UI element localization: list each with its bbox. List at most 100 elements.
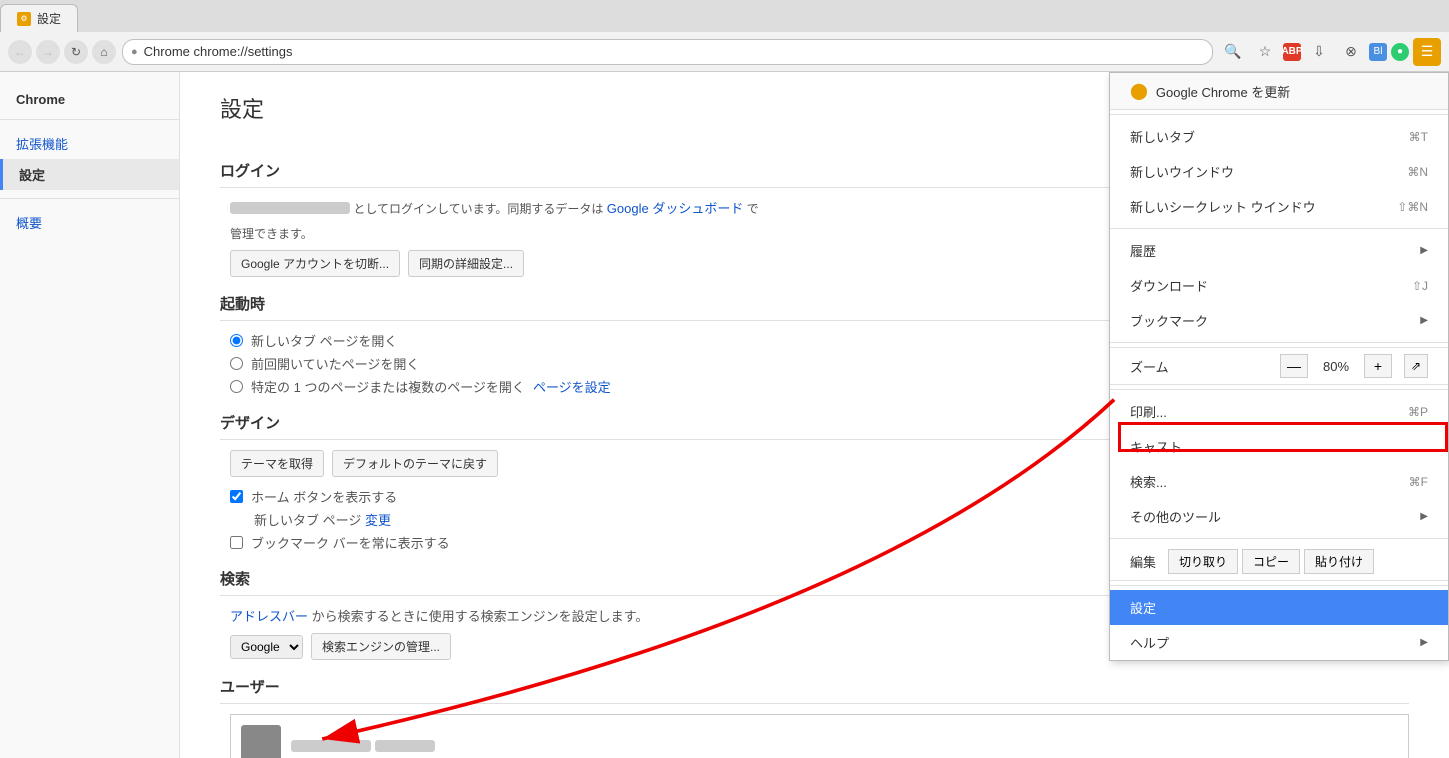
zoom-minus-btn[interactable]: —	[1280, 354, 1308, 378]
user-avatar	[241, 725, 281, 758]
default-theme-btn[interactable]: デフォルトのテーマに戻す	[332, 450, 498, 477]
find-shortcut: ⌘F	[1409, 475, 1428, 489]
history-label: 履歴	[1130, 241, 1156, 260]
sidebar-item-summary[interactable]: 概要	[0, 207, 179, 238]
security-icon: ●	[131, 46, 138, 58]
bookmark-menu-item[interactable]: ブックマーク ▶	[1110, 303, 1448, 338]
address-bar-link[interactable]: アドレスバー	[230, 609, 308, 624]
tab-title: 設定	[37, 10, 61, 27]
find-menu-item[interactable]: 検索... ⌘F	[1110, 464, 1448, 499]
zoom-value: 80%	[1316, 359, 1356, 374]
other-tools-arrow-icon: ▶	[1420, 511, 1428, 522]
sidebar-item-extensions[interactable]: 拡張機能	[0, 128, 179, 159]
zoom-row: ズーム — 80% + ⇗	[1110, 347, 1448, 385]
copy-btn[interactable]: コピー	[1242, 549, 1300, 574]
startup-radio-2[interactable]	[230, 357, 243, 370]
get-theme-btn[interactable]: テーマを取得	[230, 450, 324, 477]
settings-menu-label: 設定	[1130, 598, 1156, 617]
zoom-expand-btn[interactable]: ⇗	[1404, 354, 1428, 378]
bi-extension-icon[interactable]: Bl	[1369, 43, 1387, 61]
browser-toolbar: ← → ↻ ⌂ ● Chrome chrome://settings 🔍 ☆ A…	[0, 32, 1449, 72]
edit-label: 編集	[1130, 552, 1156, 571]
search-engine-select[interactable]: Google	[230, 635, 303, 659]
address-bar[interactable]: ● Chrome chrome://settings	[122, 39, 1213, 65]
startup-radio-3[interactable]	[230, 380, 243, 393]
chrome-menu-button[interactable]: ☰	[1413, 38, 1441, 66]
user-info	[291, 736, 435, 755]
green-extension-icon[interactable]: ●	[1391, 43, 1409, 61]
abp-extension-icon[interactable]: ABP	[1283, 43, 1301, 61]
login-text: としてログインしています。同期するデータは	[353, 202, 603, 216]
users-section-title: ユーザー	[220, 676, 1409, 704]
incognito-menu-item[interactable]: 新しいシークレット ウインドウ ⇧⌘N	[1110, 189, 1448, 224]
update-menu-item[interactable]: ⬤ Google Chrome を更新	[1110, 73, 1448, 110]
paste-btn[interactable]: 貼り付け	[1304, 549, 1374, 574]
cast-menu-item[interactable]: キャスト...	[1110, 429, 1448, 464]
update-label: Google Chrome を更新	[1156, 82, 1290, 101]
new-tab-shortcut: ⌘T	[1409, 130, 1428, 144]
sidebar: Chrome 拡張機能 設定 概要	[0, 72, 180, 758]
reload-button[interactable]: ↻	[64, 40, 88, 64]
menu-divider-5	[1110, 538, 1448, 539]
bookmark-bar-checkbox[interactable]	[230, 536, 243, 549]
print-label: 印刷...	[1130, 402, 1167, 421]
set-pages-link[interactable]: ページを設定	[533, 377, 611, 396]
download-shortcut: ⇧J	[1412, 279, 1428, 293]
zoom-plus-btn[interactable]: +	[1364, 354, 1392, 378]
page-title: 設定	[220, 92, 264, 124]
sync-settings-btn[interactable]: 同期の詳細設定...	[408, 250, 524, 277]
google-account-btn[interactable]: Google アカウントを切断...	[230, 250, 400, 277]
user-detail-blurred	[375, 740, 435, 752]
address-text: Chrome chrome://settings	[144, 44, 1204, 59]
menu-divider-6	[1110, 585, 1448, 586]
other-tools-menu-item[interactable]: その他のツール ▶	[1110, 499, 1448, 534]
active-tab[interactable]: ⚙ 設定	[0, 4, 78, 32]
history-menu-item[interactable]: 履歴 ▶	[1110, 233, 1448, 268]
users-section: ゲストのブラウジングを許可する だれでも Chrome にユーザーを追加できるよ…	[220, 714, 1409, 758]
ext-button-1[interactable]: ⇩	[1305, 38, 1333, 66]
bookmark-arrow-icon: ▶	[1420, 315, 1428, 326]
bookmark-label: ブックマーク	[1130, 311, 1208, 330]
user-name-blurred	[291, 740, 371, 752]
find-label: 検索...	[1130, 472, 1167, 491]
download-menu-item[interactable]: ダウンロード ⇧J	[1110, 268, 1448, 303]
settings-menu-item[interactable]: 設定	[1110, 590, 1448, 625]
startup-radio-1[interactable]	[230, 334, 243, 347]
cut-btn[interactable]: 切り取り	[1168, 549, 1238, 574]
help-menu-item[interactable]: ヘルプ ▶	[1110, 625, 1448, 660]
manage-search-engines-btn[interactable]: 検索エンジンの管理...	[311, 633, 451, 660]
other-tools-label: その他のツール	[1130, 507, 1221, 526]
update-icon: ⬤	[1130, 81, 1148, 101]
help-label: ヘルプ	[1130, 633, 1169, 652]
forward-button[interactable]: →	[36, 40, 60, 64]
print-menu-item[interactable]: 印刷... ⌘P	[1110, 394, 1448, 429]
new-tab-menu-item[interactable]: 新しいタブ ⌘T	[1110, 119, 1448, 154]
search-toolbar-button[interactable]: 🔍	[1219, 38, 1247, 66]
menu-divider-3	[1110, 342, 1448, 343]
print-shortcut: ⌘P	[1408, 405, 1428, 419]
ext-button-2[interactable]: ⊗	[1337, 38, 1365, 66]
new-window-menu-item[interactable]: 新しいウインドウ ⌘N	[1110, 154, 1448, 189]
google-dashboard-link[interactable]: Google ダッシュボード	[607, 201, 744, 216]
sidebar-divider	[0, 119, 179, 120]
back-button[interactable]: ←	[8, 40, 32, 64]
home-button-checkbox[interactable]	[230, 490, 243, 503]
incognito-label: 新しいシークレット ウインドウ	[1130, 197, 1316, 216]
content-area: Chrome 拡張機能 設定 概要 設定 ログイン	[0, 72, 1449, 758]
new-window-shortcut: ⌘N	[1407, 165, 1428, 179]
home-button[interactable]: ⌂	[92, 40, 116, 64]
bookmark-toolbar-button[interactable]: ☆	[1251, 38, 1279, 66]
sidebar-item-settings[interactable]: 設定	[0, 159, 179, 190]
menu-divider-2	[1110, 228, 1448, 229]
browser-frame: ⚙ 設定 ← → ↻ ⌂ ● Chrome chrome://settings …	[0, 0, 1449, 758]
tab-favicon: ⚙	[17, 12, 31, 26]
download-label: ダウンロード	[1130, 276, 1208, 295]
blurred-email	[230, 202, 350, 214]
incognito-shortcut: ⇧⌘N	[1397, 200, 1428, 214]
dropdown-menu: ⬤ Google Chrome を更新 新しいタブ ⌘T 新しいウインドウ ⌘N…	[1109, 72, 1449, 661]
sidebar-title: Chrome	[0, 88, 179, 111]
menu-divider-1	[1110, 114, 1448, 115]
change-link[interactable]: 変更	[365, 513, 391, 528]
zoom-label: ズーム	[1130, 357, 1272, 376]
user-box	[230, 714, 1409, 758]
